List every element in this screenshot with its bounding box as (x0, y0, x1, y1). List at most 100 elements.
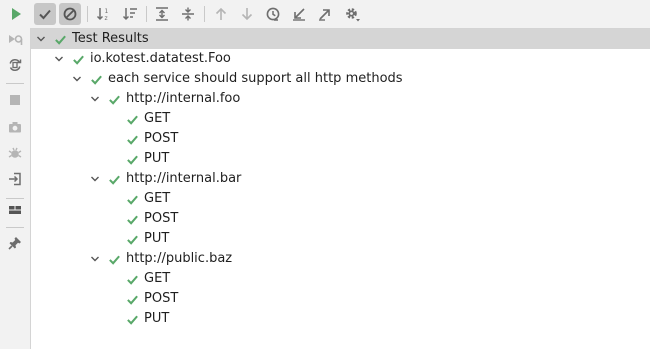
rerun-failed-icon (7, 32, 23, 48)
settings-icon (344, 6, 360, 22)
tree-node-label: PUT (144, 231, 170, 246)
chevron-down-icon[interactable] (89, 173, 101, 185)
tree-node-label: GET (144, 111, 171, 126)
layout-button[interactable] (4, 199, 26, 221)
test-case-row[interactable]: PUT (31, 309, 650, 329)
expand-all-button[interactable] (151, 3, 173, 25)
toolbar-separator (204, 6, 205, 22)
test-case-row[interactable]: POST (31, 209, 650, 229)
sort-by-duration-button[interactable] (119, 3, 141, 25)
run-sidebar (0, 28, 30, 349)
test-case-row[interactable]: POST (31, 289, 650, 309)
chevron-down-icon[interactable] (89, 93, 101, 105)
chevron-down-icon[interactable] (89, 253, 101, 265)
import-tests-icon (291, 6, 307, 22)
test-case-row[interactable]: PUT (31, 229, 650, 249)
tree-node-label: PUT (144, 151, 170, 166)
chevron-down-icon[interactable] (53, 53, 65, 65)
settings-button[interactable] (341, 3, 363, 25)
sort-alphabetically-icon: 1z (96, 6, 112, 22)
export-tests-button[interactable] (314, 3, 336, 25)
tree-node-label: POST (144, 211, 179, 226)
exit-button[interactable] (4, 168, 26, 190)
test-case-row[interactable]: GET (31, 189, 650, 209)
passed-icon (125, 212, 139, 226)
tree-node-label: http://internal.bar (126, 171, 242, 186)
svg-text:z: z (105, 15, 108, 22)
tree-group-row[interactable]: http://internal.bar (31, 169, 650, 189)
tree-root-label: Test Results (72, 31, 149, 46)
passed-icon (89, 72, 103, 86)
tree-node-label: GET (144, 271, 171, 286)
passed-icon (125, 192, 139, 206)
test-results-tree: Test Results io.kotest.datatest.Foo each … (30, 28, 650, 349)
import-tests-button[interactable] (288, 3, 310, 25)
passed-icon (125, 292, 139, 306)
pin-icon (7, 235, 23, 251)
next-failed-button[interactable] (236, 3, 258, 25)
sort-alphabetically-button[interactable]: 1z (93, 3, 115, 25)
passed-icon (53, 32, 67, 46)
sidebar-separator (6, 83, 24, 84)
stop-button[interactable] (4, 89, 26, 111)
tree-group-row[interactable]: http://public.baz (31, 249, 650, 269)
show-passed-button[interactable] (34, 3, 56, 25)
rerun-icon (8, 6, 24, 22)
tree-group-row[interactable]: io.kotest.datatest.Foo (31, 49, 650, 69)
tree-node-label: each service should support all http met… (108, 71, 403, 86)
passed-icon (125, 272, 139, 286)
tree-node-label: PUT (144, 311, 170, 326)
toolbar-separator (146, 6, 147, 22)
passed-icon (125, 132, 139, 146)
test-toolbar: 1z (0, 0, 650, 28)
previous-failed-button[interactable] (210, 3, 232, 25)
passed-icon (125, 232, 139, 246)
test-case-row[interactable]: GET (31, 269, 650, 289)
test-history-icon (265, 6, 281, 22)
show-ignored-icon (62, 6, 78, 22)
toggle-auto-test-button[interactable] (4, 54, 26, 76)
screenshot-icon (7, 119, 23, 135)
chevron-down-icon[interactable] (35, 33, 47, 45)
exit-icon (7, 171, 23, 187)
passed-icon (71, 52, 85, 66)
debug-icon (7, 145, 23, 161)
expand-all-icon (154, 6, 170, 22)
collapse-all-icon (180, 6, 196, 22)
test-case-row[interactable]: PUT (31, 149, 650, 169)
tree-node-label: http://internal.foo (126, 91, 241, 106)
show-ignored-button[interactable] (59, 3, 81, 25)
tree-group-row[interactable]: http://internal.foo (31, 89, 650, 109)
collapse-all-button[interactable] (177, 3, 199, 25)
pin-button[interactable] (4, 232, 26, 254)
sort-by-duration-icon (122, 6, 138, 22)
rerun-button[interactable] (5, 3, 27, 25)
passed-icon (107, 92, 121, 106)
passed-icon (107, 252, 121, 266)
show-passed-icon (37, 6, 53, 22)
rerun-failed-button[interactable] (4, 29, 26, 51)
tree-group-row[interactable]: each service should support all http met… (31, 69, 650, 89)
test-history-button[interactable] (262, 3, 284, 25)
tree-root-row[interactable]: Test Results (31, 29, 650, 49)
debug-button[interactable] (4, 142, 26, 164)
passed-icon (125, 112, 139, 126)
test-case-row[interactable]: GET (31, 109, 650, 129)
screenshot-button[interactable] (4, 116, 26, 138)
export-tests-icon (317, 6, 333, 22)
passed-icon (125, 312, 139, 326)
toolbar-separator (87, 6, 88, 22)
chevron-down-icon[interactable] (71, 73, 83, 85)
test-case-row[interactable]: POST (31, 129, 650, 149)
tree-node-label: POST (144, 131, 179, 146)
passed-icon (125, 152, 139, 166)
